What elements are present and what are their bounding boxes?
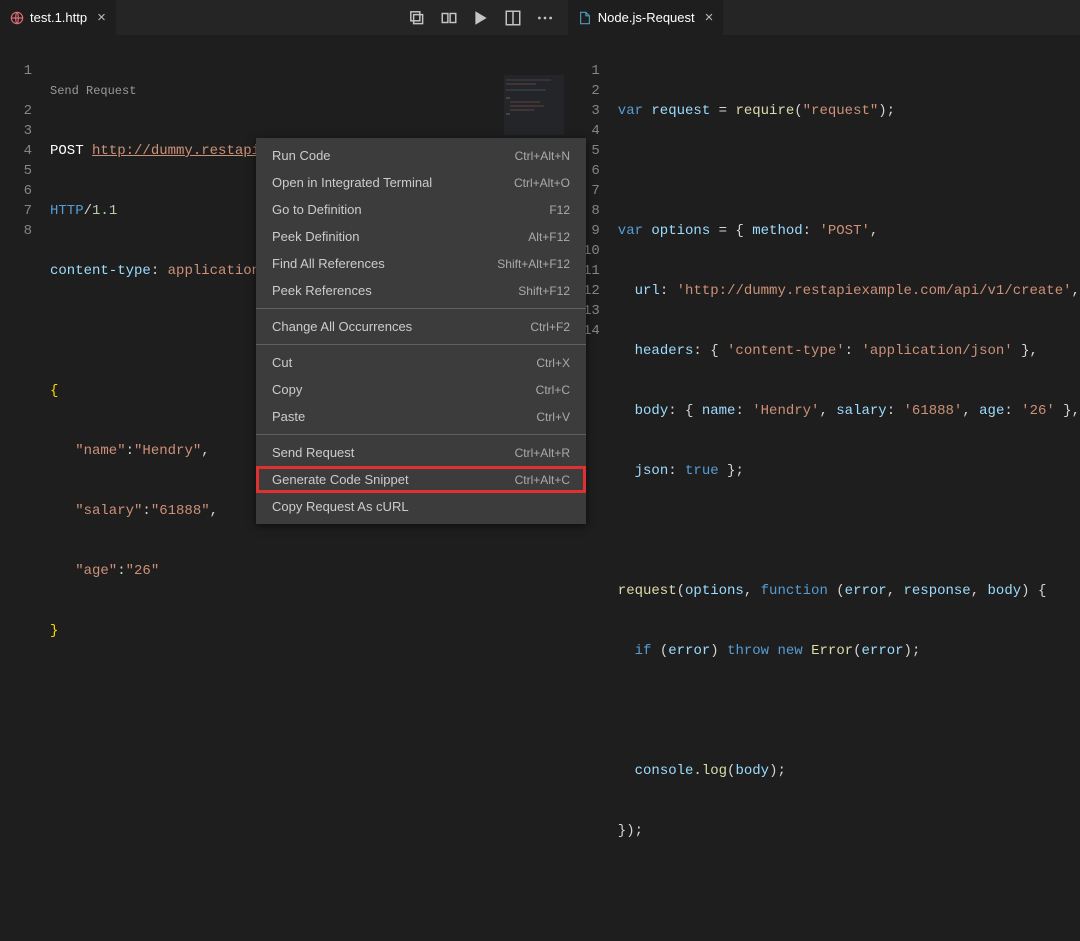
code-line[interactable]: "age":"26"	[50, 561, 470, 581]
code-line[interactable]: request(options, function (error, respon…	[618, 581, 1080, 601]
menu-item-peek-definition[interactable]: Peek DefinitionAlt+F12	[256, 223, 586, 250]
close-icon[interactable]: ×	[97, 9, 106, 26]
split-icon[interactable]	[504, 9, 522, 27]
file-icon	[578, 11, 592, 25]
menu-separator	[256, 434, 586, 435]
more-icon[interactable]	[536, 9, 554, 27]
editor-actions	[408, 9, 568, 27]
menapproaches-item-copy[interactable]: CopyCtrl+C	[256, 376, 586, 403]
menu-item-open-terminal[interactable]: Open in Integrated TerminalCtrl+Alt+O	[256, 169, 586, 196]
code-line[interactable]	[618, 881, 1080, 901]
menu-item-change-occurrences[interactable]: Change All OccurrencesCtrl+F2	[256, 313, 586, 340]
code-line[interactable]: json: true };	[618, 461, 1080, 481]
right-editor[interactable]: 1234567891011121314 var request = requir…	[568, 35, 1080, 941]
tab-nodejs-request[interactable]: Node.js-Request ×	[568, 0, 724, 35]
code-line[interactable]: body: { name: 'Hendry', salary: '61888',…	[618, 401, 1080, 421]
code-line[interactable]	[618, 521, 1080, 541]
tab-test-http[interactable]: test.1.http ×	[0, 0, 116, 35]
menu-item-peek-references[interactable]: Peek ReferencesShift+F12	[256, 277, 586, 304]
tab-bar-left: test.1.http ×	[0, 0, 568, 35]
copy-icon[interactable]	[408, 9, 426, 27]
menu-separator	[256, 344, 586, 345]
diff-icon[interactable]	[440, 9, 458, 27]
code-line[interactable]: console.log(body);	[618, 761, 1080, 781]
code-line[interactable]: var request = require("request");	[618, 101, 1080, 121]
menu-item-cut[interactable]: CutCtrl+X	[256, 349, 586, 376]
code-line[interactable]: var options = { method: 'POST',	[618, 221, 1080, 241]
right-editor-pane: Node.js-Request × 1234567891011121314 va…	[568, 0, 1080, 535]
context-menu: Run CodeCtrl+Alt+N Open in Integrated Te…	[256, 138, 586, 524]
menu-item-run-code[interactable]: Run CodeCtrl+Alt+N	[256, 142, 586, 169]
menu-item-generate-snippet[interactable]: Generate Code SnippetCtrl+Alt+C	[256, 466, 586, 493]
menu-item-send-request[interactable]: Send RequestCtrl+Alt+R	[256, 439, 586, 466]
close-icon[interactable]: ×	[705, 9, 714, 26]
menu-item-copy-curl[interactable]: Copy Request As cURL	[256, 493, 586, 520]
tab-title: Node.js-Request	[598, 10, 695, 25]
send-request-codelens[interactable]: Send Request	[50, 81, 470, 101]
code-line[interactable]: url: 'http://dummy.restapiexample.com/ap…	[618, 281, 1080, 301]
menu-separator	[256, 308, 586, 309]
code-line[interactable]: });	[618, 821, 1080, 841]
tab-title: test.1.http	[30, 10, 87, 25]
code-line[interactable]: if (error) throw new Error(error);	[618, 641, 1080, 661]
menu-item-find-references[interactable]: Find All ReferencesShift+Alt+F12	[256, 250, 586, 277]
code-line[interactable]: }	[50, 621, 470, 641]
menu-item-paste[interactable]: PasteCtrl+V	[256, 403, 586, 430]
code-line[interactable]: headers: { 'content-type': 'application/…	[618, 341, 1080, 361]
globe-icon	[10, 11, 24, 25]
code-line[interactable]	[618, 161, 1080, 181]
code-content-right[interactable]: var request = require("request"); var op…	[618, 35, 1080, 941]
tab-bar-right: Node.js-Request ×	[568, 0, 1080, 35]
code-line[interactable]	[618, 701, 1080, 721]
line-gutter: 12345678	[0, 35, 50, 681]
run-icon[interactable]	[472, 9, 490, 27]
menu-item-go-to-definition[interactable]: Go to DefinitionF12	[256, 196, 586, 223]
